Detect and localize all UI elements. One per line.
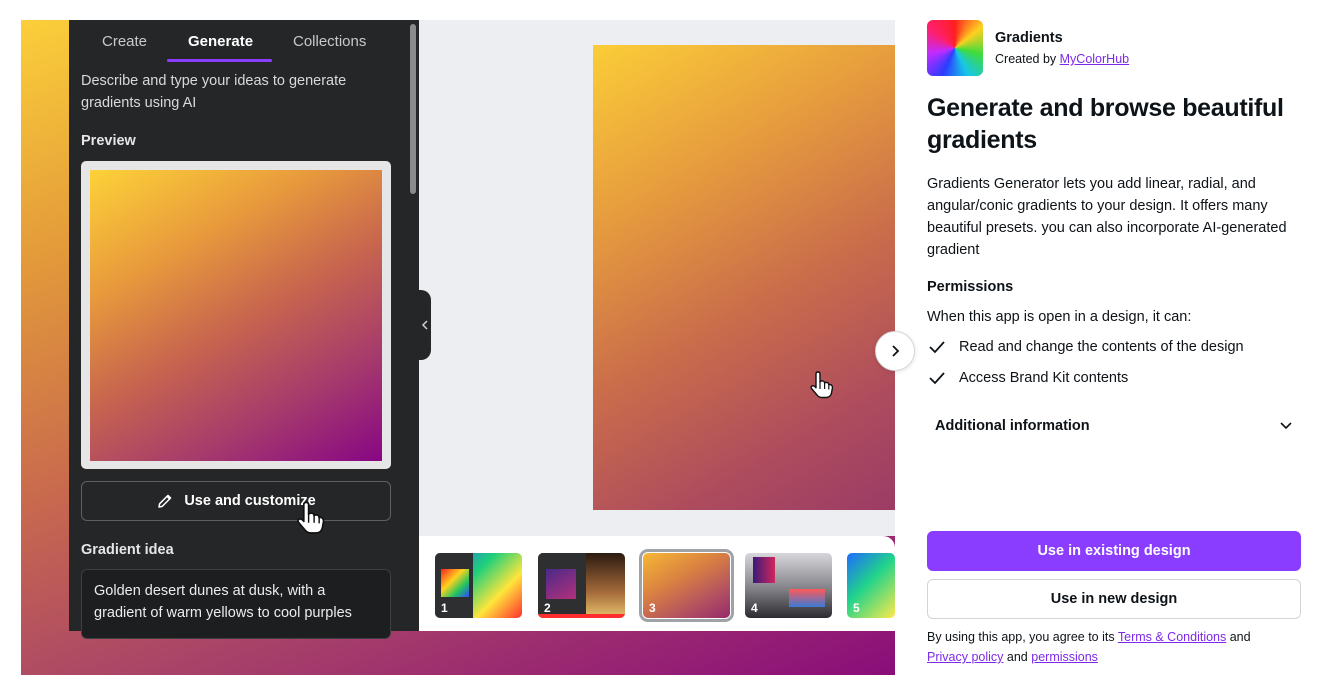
legal-notice: By using this app, you agree to its Term… (927, 627, 1307, 667)
thumbnail-swatch (546, 569, 576, 599)
created-by-label: Created by (995, 52, 1057, 66)
chevron-left-icon (421, 320, 428, 330)
permission-item: Access Brand Kit contents (927, 369, 1128, 387)
legal-and: and (1229, 630, 1251, 644)
terms-link[interactable]: Terms & Conditions (1118, 630, 1226, 644)
design-canvas (419, 20, 895, 536)
use-and-customize-button[interactable]: Use and customize (81, 481, 391, 521)
chevron-right-icon (892, 345, 900, 357)
gradient-idea-input[interactable]: Golden desert dunes at dusk, with a grad… (81, 569, 391, 639)
pencil-icon (158, 494, 172, 508)
carousel-next-button[interactable] (875, 331, 915, 371)
page-thumbnail[interactable]: 5 (847, 553, 895, 618)
thumbnail-swatch (441, 569, 469, 597)
legal-and: and (1006, 650, 1028, 664)
thumbnail-swatch (753, 557, 775, 583)
preview-heading: Preview (81, 133, 136, 149)
gradients-app-panel: Create Generate Collections Describe and… (69, 20, 419, 639)
permissions-heading: Permissions (927, 279, 1014, 295)
privacy-policy-link[interactable]: Privacy policy (927, 650, 1003, 664)
page-thumbnail[interactable]: 2 (538, 553, 625, 618)
permissions-link[interactable]: permissions (1031, 650, 1098, 664)
thumbnail-number: 4 (751, 601, 758, 615)
creator-link[interactable]: MyColorHub (1060, 52, 1129, 66)
hand-cursor-icon (297, 501, 325, 534)
legal-prefix: By using this app, you agree to its (927, 630, 1115, 644)
thumbnail-number: 1 (441, 601, 448, 615)
page-thumbnail[interactable]: 1 (435, 553, 522, 618)
page-thumbnails: 1 2 3 4 5 (419, 536, 895, 631)
showcase-image: Create Generate Collections Describe and… (21, 20, 895, 675)
app-description: Gradients Generator lets you add linear,… (927, 176, 1287, 258)
app-logo-gradient (927, 20, 983, 76)
panel-tabs: Create Generate Collections (69, 20, 409, 62)
additional-information-toggle[interactable]: Additional information (927, 410, 1301, 442)
thumbnail-number: 3 (649, 601, 656, 615)
checkmark-icon (929, 372, 945, 385)
canvas-gradient-artboard (593, 45, 895, 510)
gradient-preview (90, 170, 382, 461)
thumbnail-number: 5 (853, 601, 860, 615)
active-tab-indicator (167, 59, 272, 62)
thumbnail-swatch (789, 589, 825, 607)
page-title: Generate and browse beautiful gradients (927, 94, 1284, 154)
tab-collections[interactable]: Collections (293, 33, 366, 50)
use-in-existing-design-button[interactable]: Use in existing design (927, 531, 1301, 571)
page-thumbnail-selected[interactable]: 3 (639, 549, 734, 622)
additional-information-label: Additional information (935, 418, 1090, 434)
app-name: Gradients (995, 30, 1063, 46)
app-listing-page: Create Generate Collections Describe and… (0, 0, 1325, 691)
thumbnail-bar (538, 614, 625, 618)
thumbnail-number: 2 (544, 601, 551, 615)
app-logo (927, 20, 983, 76)
permissions-intro: When this app is open in a design, it ca… (927, 309, 1192, 325)
permission-item: Read and change the contents of the desi… (927, 338, 1244, 356)
chevron-down-icon (1280, 422, 1292, 430)
use-in-new-design-button[interactable]: Use in new design (927, 579, 1301, 619)
panel-description: Describe and type your ideas to generate… (81, 73, 347, 111)
preview-frame (81, 161, 391, 469)
hand-cursor-icon (810, 371, 834, 399)
permission-label: Read and change the contents of the desi… (959, 339, 1244, 355)
gradient-idea-heading: Gradient idea (81, 542, 174, 558)
panel-scrollbar[interactable] (410, 24, 416, 194)
tab-create[interactable]: Create (102, 33, 147, 50)
page-thumbnail[interactable]: 4 (745, 553, 832, 618)
checkmark-icon (929, 341, 945, 354)
app-creator: Created by MyColorHub (995, 52, 1129, 66)
panel-collapse-handle[interactable] (419, 290, 431, 360)
permission-label: Access Brand Kit contents (959, 370, 1129, 386)
tab-generate[interactable]: Generate (188, 33, 253, 50)
